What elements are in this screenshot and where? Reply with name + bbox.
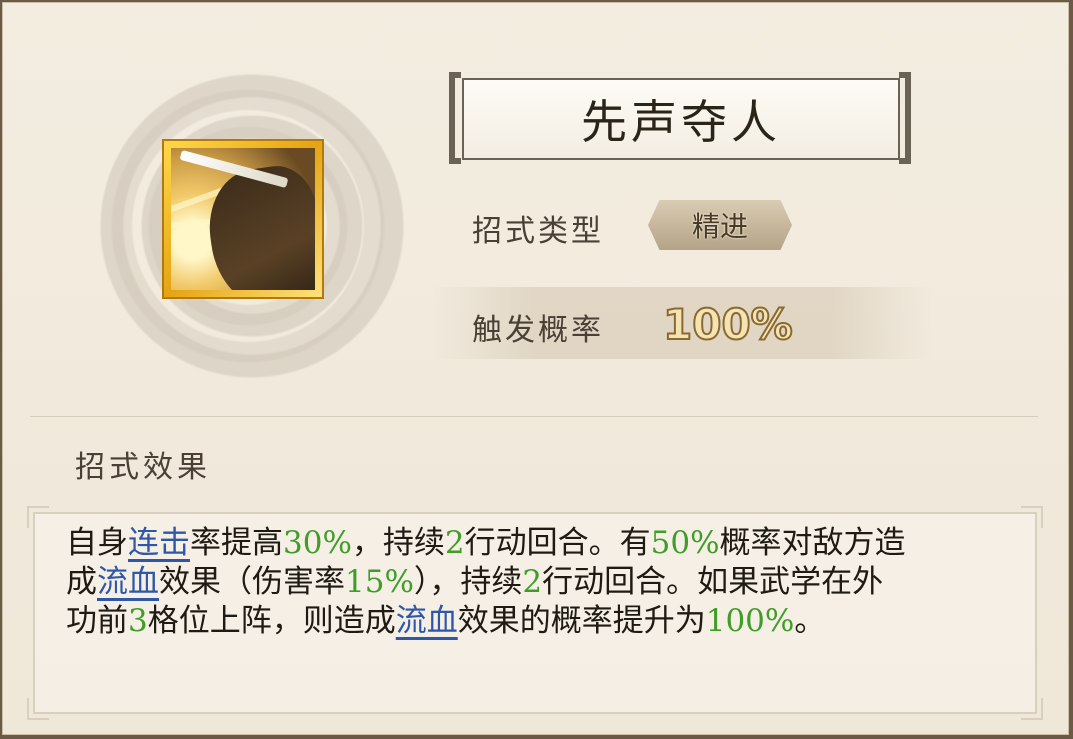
swordsman-strike-icon [171,148,315,290]
effect-description: 自身连击率提高30%，持续2行动回合。有50%概率对敌方造 成流血效果（伤害率1… [66,524,1016,641]
divider [30,416,1038,417]
highlight-number: 15% [345,564,414,600]
keyword-link[interactable]: 连击 [128,525,190,561]
corner-ornament [1021,506,1043,528]
effect-text: 行动回合。有 [464,525,651,561]
effect-line: 功前3格位上阵，则造成流血效果的概率提升为100%。 [66,602,1016,641]
keyword-link[interactable]: 流血 [97,564,159,600]
type-value: 精进 [691,210,748,243]
corner-ornament [27,506,49,528]
effect-text: 效果的概率提升为 [457,603,706,639]
effect-title: 招式效果 [75,450,211,485]
title-bracket-right [899,72,911,164]
effect-text: ，持续 [351,525,445,561]
title-bracket-left [449,72,461,164]
highlight-number: 30% [283,525,352,561]
skill-name: 先声夺人 [581,95,781,149]
skill-title-box: 先声夺人 [462,78,900,160]
effect-text: 效果（伤害率 [159,564,345,600]
highlight-number: 3 [128,603,148,639]
corner-ornament [27,698,49,720]
highlight-number: 2 [522,564,543,600]
skill-icon-frame[interactable] [162,139,324,299]
keyword-link[interactable]: 流血 [396,603,458,639]
highlight-number: 50% [650,525,720,561]
type-badge: 精进 [648,200,792,250]
effect-line: 自身连击率提高30%，持续2行动回合。有50%概率对敌方造 [66,524,1016,563]
effect-text: 。 [794,603,826,639]
corner-ornament [1021,698,1043,720]
rate-label: 触发概率 [472,313,604,348]
effect-line: 成流血效果（伤害率15%），持续2行动回合。如果武学在外 [66,563,1016,602]
effect-text: 格位上阵，则造成 [147,603,396,639]
effect-text: ），持续 [413,564,523,600]
rate-value: 100% [662,299,794,350]
effect-text: 成 [66,564,97,600]
highlight-number: 100% [705,603,795,639]
effect-text: 概率对敌方造 [719,525,906,561]
effect-text: 自身 [66,525,128,561]
type-label: 招式类型 [472,214,604,249]
effect-text: 功前 [66,603,128,639]
effect-text: 率提高 [190,525,283,561]
effect-text: 行动回合。如果武学在外 [542,564,884,600]
highlight-number: 2 [444,525,465,561]
